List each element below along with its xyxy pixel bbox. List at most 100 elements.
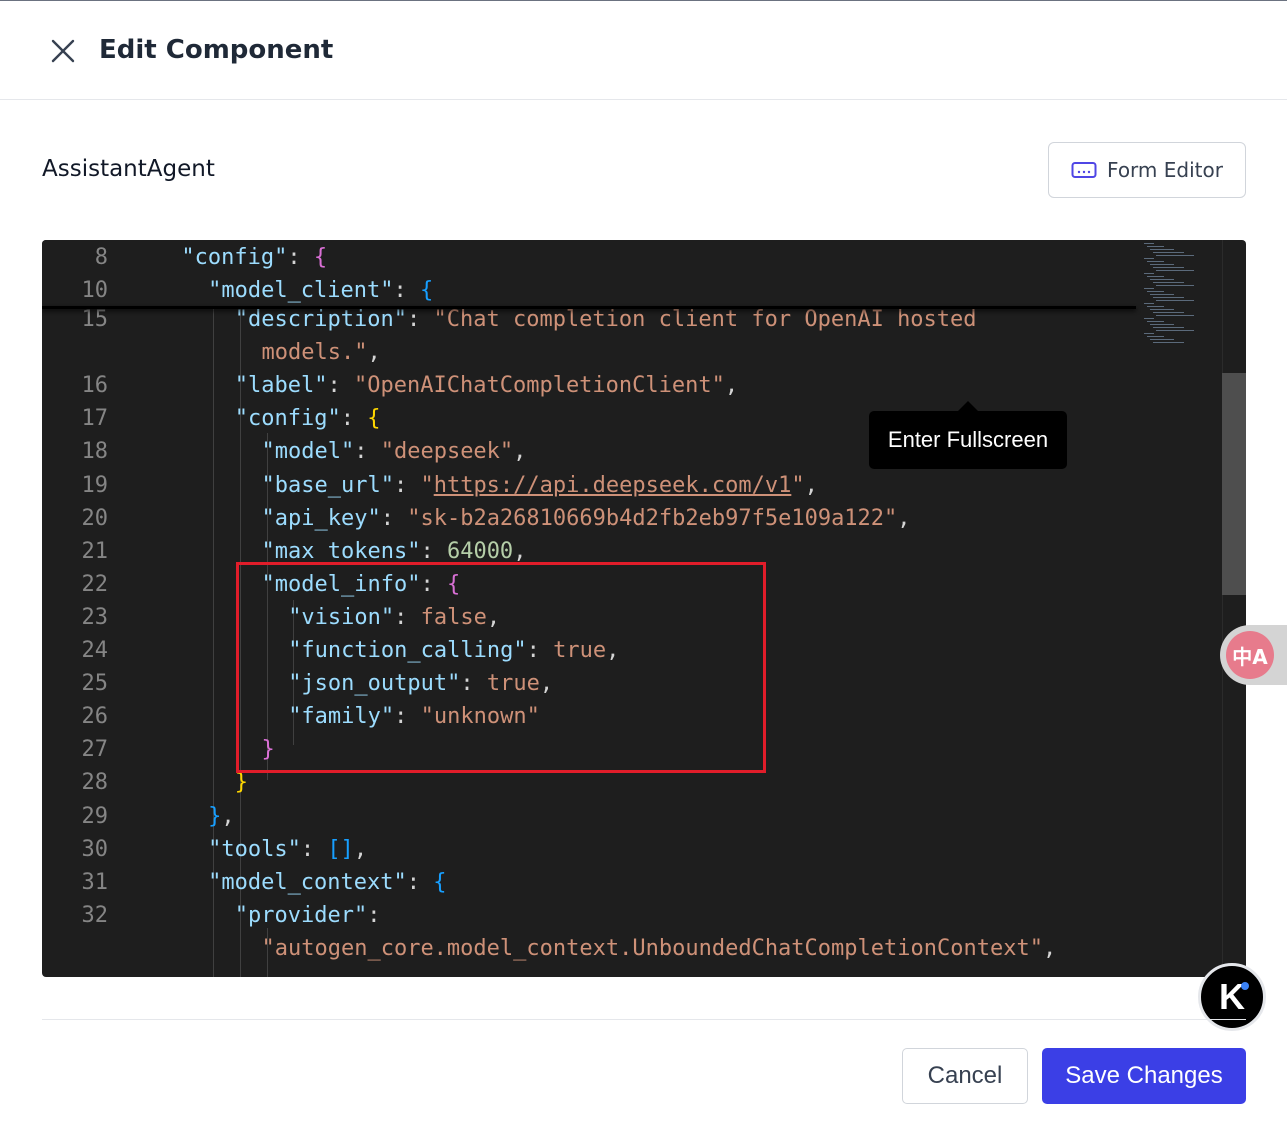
line-code: "autogen_core.model_context.UnboundedCha… [261,935,1057,961]
form-editor-button[interactable]: Form Editor [1048,142,1246,198]
minimap-line [1153,312,1184,313]
code-line: 20 "api_key": "sk-b2a26810669b4d2fb2eb97f… [42,502,1142,535]
line-number: 20 [81,505,109,531]
fullscreen-tooltip: Enter Fullscreen [869,411,1067,469]
minimap-line [1147,306,1164,307]
minimap-line [1156,285,1194,286]
dialog-title: Edit Component [99,35,334,65]
line-number: 32 [81,902,109,928]
minimap-line [1153,267,1184,268]
model-info-highlight [236,562,766,773]
close-button[interactable] [44,32,82,70]
minimap-line [1150,294,1174,295]
code-line: 19 "base_url": "https://api.deepseek.com/… [42,469,1142,502]
form-editor-label: Form Editor [1107,158,1223,182]
code-line: 16 "label": "OpenAIChatCompletionClient", [42,369,1142,402]
code-line: 31 "model_context": { [42,866,1142,899]
close-icon [51,39,75,63]
line-number: 25 [81,671,109,697]
minimap-line [1150,309,1174,310]
translate-widget[interactable]: 中A [1220,625,1287,685]
line-code: "config": { [234,406,381,432]
line-code: "provider": [234,902,381,928]
line-number: 24 [81,638,109,663]
line-number: 21 [81,538,109,564]
code-line: 30 "tools": [], [42,833,1142,866]
minimap-line [1156,330,1194,331]
minimap-line [1150,339,1174,340]
minimap-line [1144,258,1154,259]
notification-dot [1241,982,1249,990]
line-code: }, [208,803,235,829]
assistant-extension-button[interactable]: K [1198,963,1266,1031]
tooltip-arrow [958,401,978,411]
minimap-line [1153,282,1184,283]
minimap-line [1150,279,1174,280]
line-code: "model": "deepseek", [261,439,527,465]
line-number: 26 [81,704,109,730]
code-line: "autogen_core.model_context.UnboundedCha… [42,932,1142,965]
minimap-line [1147,321,1164,322]
minimap-line [1156,255,1194,256]
vertical-scrollbar[interactable] [1222,373,1246,595]
line-number: 27 [81,737,109,763]
save-changes-button[interactable]: Save Changes [1042,1048,1246,1104]
line-code: "model_client": { [208,278,434,304]
line-number: 19 [81,472,109,498]
minimap-line [1147,336,1164,337]
code-line: models.", [42,336,1142,369]
line-number: 29 [81,803,109,829]
minimap-line [1150,324,1174,325]
minimap-line [1144,288,1154,289]
footer-divider [42,1019,1246,1020]
line-code: "config": { [181,245,328,270]
minimap-line [1144,243,1154,244]
minimap-line [1153,252,1184,253]
minimap-line [1144,273,1154,274]
minimap-line [1147,291,1164,292]
line-number: 30 [81,836,109,862]
minimap[interactable] [1142,240,1222,350]
line-code: "api_key": "sk-b2a26810669b4d2fb2eb97f5e… [261,505,911,531]
line-code: models.", [261,340,381,366]
line-number: 22 [81,571,109,597]
translate-icon[interactable]: 中A [1226,631,1274,679]
line-number: 18 [81,439,109,465]
line-code: "label": "OpenAIChatCompletionClient", [234,373,739,399]
sticky-line: 8 "config": { [42,241,1142,274]
minimap-line [1156,270,1194,271]
minimap-line [1153,297,1184,298]
cancel-button[interactable]: Cancel [902,1048,1028,1104]
line-number: 8 [94,245,108,270]
line-code: "base_url": "https://api.deepseek.com/v1… [261,472,818,498]
sticky-line: 10 "model_client": { [42,274,1142,307]
dialog-header: Edit Component [0,1,1287,100]
component-name: AssistantAgent [42,156,215,182]
line-number: 31 [81,869,109,895]
line-number: 23 [81,604,109,630]
keyboard-icon [1071,162,1097,178]
code-line: 29}, [42,800,1142,833]
minimap-line [1144,303,1154,304]
line-code: "tools": [], [208,836,368,862]
code-editor[interactable]: 15 "description": "Chat completion client… [42,240,1246,977]
minimap-line [1150,264,1174,265]
line-number: 10 [81,278,109,304]
sticky-scroll-shadow [42,306,1136,309]
line-number: 17 [81,406,109,432]
minimap-line [1153,327,1184,328]
line-number: 16 [81,373,109,399]
minimap-line [1144,333,1154,334]
minimap-line [1147,246,1164,247]
minimap-line [1147,261,1164,262]
minimap-line [1144,318,1154,319]
scrollbar-track [1222,240,1223,977]
line-number: 28 [81,770,109,796]
minimap-line [1153,342,1184,343]
minimap-line [1147,276,1164,277]
minimap-line [1156,315,1194,316]
minimap-line [1150,249,1174,250]
code-line: 32 "provider": [42,899,1142,932]
line-code: "model_context": { [208,869,447,895]
minimap-line [1156,300,1194,301]
